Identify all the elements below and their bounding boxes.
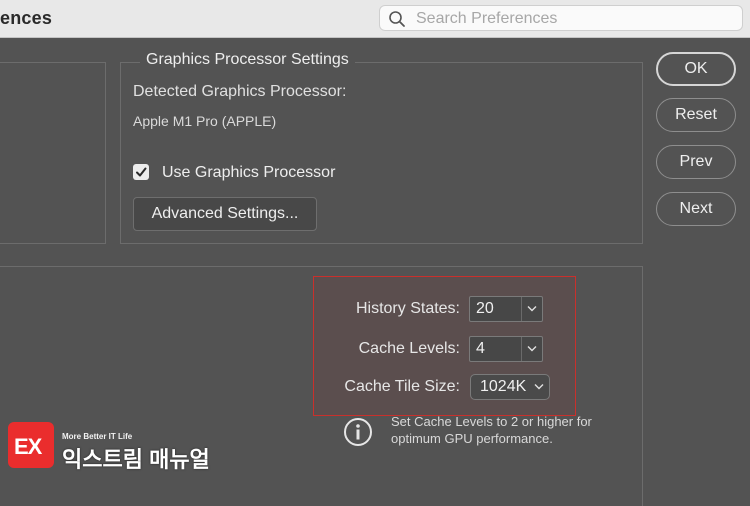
left-settings-panel	[0, 62, 106, 244]
cache-tile-size-dropdown[interactable]	[529, 375, 549, 399]
cache-levels-combo[interactable]: 4	[469, 336, 543, 362]
history-states-combo[interactable]: 20	[469, 296, 543, 322]
chevron-down-icon	[534, 384, 544, 390]
info-icon	[343, 417, 373, 447]
prev-button[interactable]: Prev	[656, 145, 736, 179]
cache-levels-label: Cache Levels:	[358, 340, 460, 357]
chevron-down-icon	[527, 346, 537, 352]
gpu-settings-legend: Graphics Processor Settings	[140, 51, 355, 69]
search-icon	[388, 10, 406, 28]
detected-gpu-label: Detected Graphics Processor:	[133, 83, 347, 100]
use-gpu-checkbox[interactable]	[133, 164, 149, 180]
reset-button[interactable]: Reset	[656, 98, 736, 132]
watermark-name: 익스트림 매뉴얼	[62, 447, 210, 472]
gpu-name: Apple M1 Pro (APPLE)	[133, 113, 277, 129]
next-button[interactable]: Next	[656, 192, 736, 226]
advanced-settings-button[interactable]: Advanced Settings...	[133, 197, 317, 231]
checkmark-icon	[136, 167, 147, 177]
history-states-label: History States:	[355, 300, 460, 317]
history-states-value[interactable]: 20	[476, 300, 494, 318]
watermark-logo-text: EX	[14, 434, 42, 459]
watermark-logo: EX	[8, 422, 54, 468]
cache-levels-dropdown[interactable]	[521, 337, 542, 361]
gpu-cache-tip: Set Cache Levels to 2 or higher for opti…	[391, 414, 592, 446]
use-gpu-label[interactable]: Use Graphics Processor	[162, 164, 335, 182]
ok-button[interactable]: OK	[656, 52, 736, 86]
watermark-tagline: More Better IT Life	[62, 432, 133, 441]
cache-tile-size-value[interactable]: 1024K	[480, 378, 526, 396]
cache-levels-value[interactable]: 4	[476, 340, 485, 358]
search-input[interactable]	[414, 8, 738, 30]
cache-tile-size-label: Cache Tile Size:	[344, 378, 460, 395]
title-bar: ences	[0, 0, 750, 38]
cache-tile-size-select[interactable]: 1024K	[470, 374, 550, 400]
history-states-dropdown[interactable]	[521, 297, 542, 321]
search-field[interactable]	[379, 5, 743, 31]
chevron-down-icon	[527, 306, 537, 312]
window-title: ences	[0, 8, 53, 28]
